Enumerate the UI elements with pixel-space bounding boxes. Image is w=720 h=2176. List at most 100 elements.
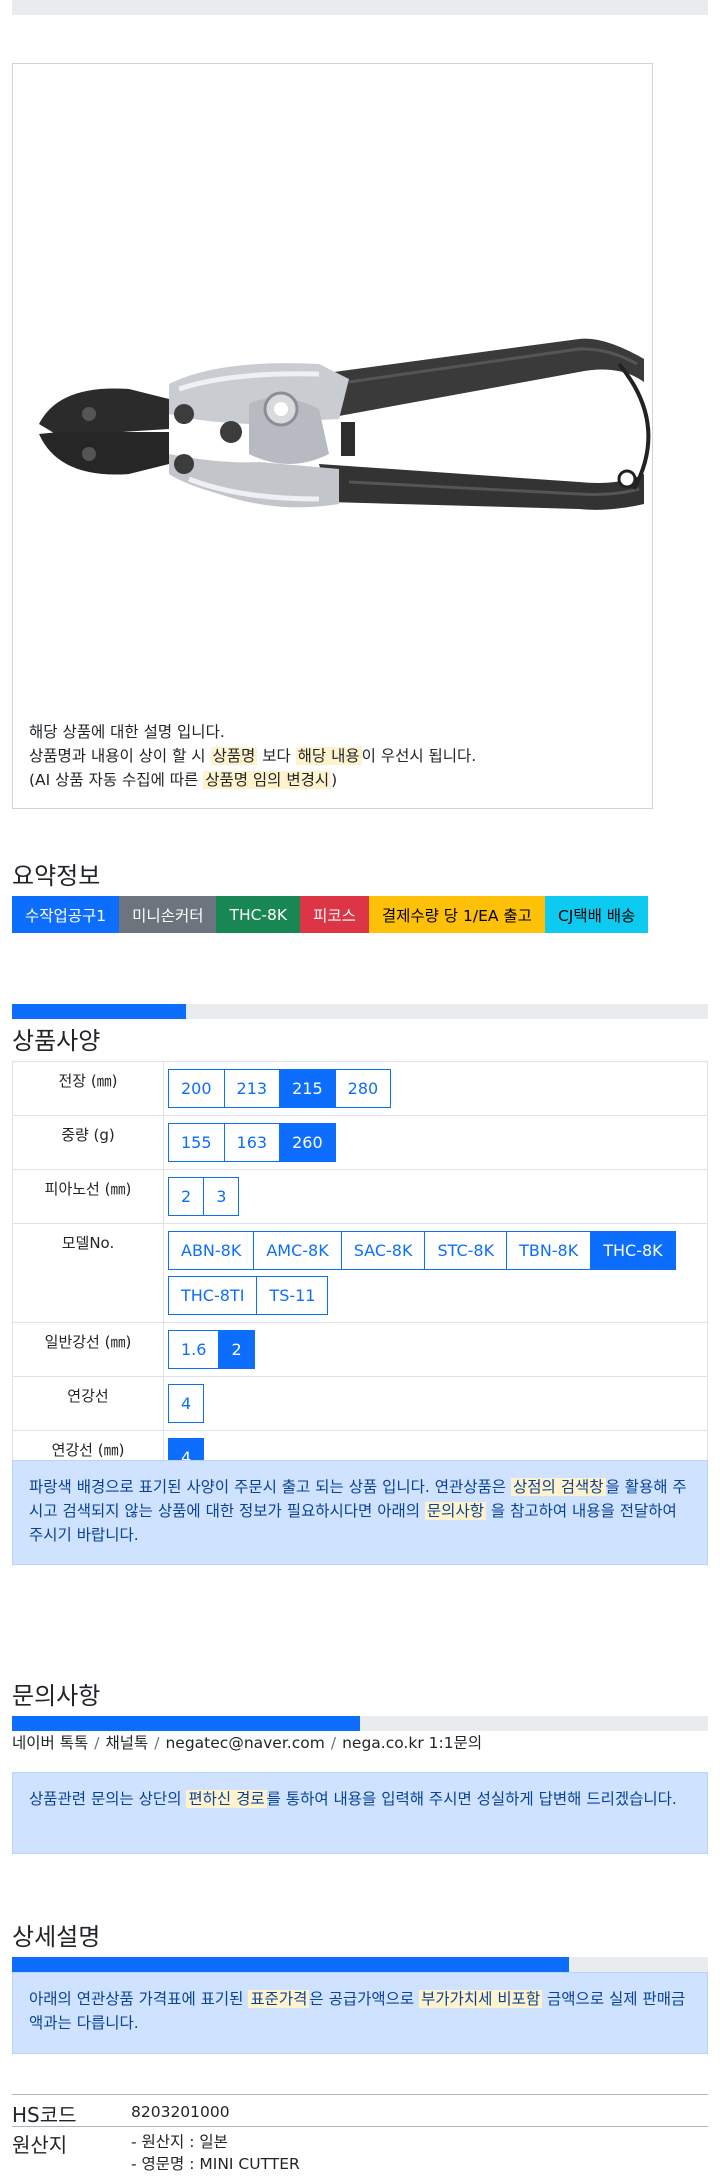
spec-option-button[interactable]: SAC-8K (340, 1231, 426, 1270)
highlight-standard-price: 표준가격 (248, 1990, 310, 2008)
option-group: 155 163 260 (168, 1120, 707, 1165)
separator: / (94, 1734, 100, 1752)
text-segment: 상품관련 문의는 상단의 (29, 1790, 187, 1808)
text-segment: 파랑색 배경으로 표기된 사양이 주문시 출고 되는 상품 입니다. 연관상품은 (29, 1478, 511, 1496)
inquiry-title: 문의사항 (12, 1682, 101, 1710)
option-group: 200 213 215 280 (168, 1066, 707, 1111)
inquiry-notice: 상품관련 문의는 상단의 편하신 경로 를 통하여 내용을 입력해 주시면 성실하… (12, 1772, 708, 1854)
product-desc-line-1: 해당 상품에 대한 설명 입니다. (29, 723, 225, 741)
spec-option-button[interactable]: THC-8K (590, 1231, 676, 1270)
hs-code-row: HS코드 8203201000 (12, 2094, 708, 2127)
option-group: 4 (168, 1381, 707, 1426)
spec-options: 4 (163, 1376, 708, 1431)
spec-label: 일반강선 (㎜) (12, 1322, 164, 1377)
spec-options: 23 (163, 1169, 708, 1224)
spec-option-button[interactable]: 200 (168, 1069, 225, 1108)
spec-label: 중량 (g) (12, 1115, 164, 1170)
spec-option-button[interactable]: 3 (203, 1177, 240, 1216)
highlight-inquiry: 문의사항 (424, 1502, 486, 1520)
contact-channels: 네이버 톡톡 / 채널톡 / negatec@naver.com / nega.co.kr … (12, 1731, 482, 1753)
summary-badge: 결제수량 당 1/EA 출고 (368, 896, 545, 933)
spec-option-button[interactable]: TS-11 (256, 1276, 329, 1315)
text-segment: 상품명과 내용이 상이 할 시 (29, 747, 211, 765)
detail-progress-fill (12, 1957, 569, 1972)
spec-notice: 파랑색 배경으로 표기된 사양이 주문시 출고 되는 상품 입니다. 연관상품은… (12, 1460, 708, 1565)
spec-option-button[interactable]: STC-8K (424, 1231, 508, 1270)
product-card: 해당 상품에 대한 설명 입니다. 상품명과 내용이 상이 할 시 상품명 보다… (12, 63, 653, 809)
option-group: 1.6 2 (168, 1327, 707, 1372)
highlight-search-box: 상점의 검색창 (511, 1478, 606, 1496)
text-segment: 은 공급가액으로 (309, 1990, 420, 2008)
spec-title: 상품사양 (12, 1027, 101, 1055)
spec-label: 모델No. (12, 1223, 164, 1323)
option-group: 23 (168, 1174, 707, 1219)
spec-option-button[interactable]: 163 (223, 1123, 281, 1162)
summary-title: 요약정보 (12, 862, 101, 890)
spec-progress-bar (12, 1004, 708, 1019)
spec-row: 전장 (㎜) 200 213 215 280 (12, 1061, 708, 1116)
spec-option-button[interactable]: 260 (279, 1123, 336, 1162)
product-desc-line-2: 상품명과 내용이 상이 할 시 상품명 보다 해당 내용 이 우선시 됩니다. (29, 744, 476, 768)
spec-row: 일반강선 (㎜) 1.6 2 (12, 1322, 708, 1377)
spec-option-button[interactable]: 2 (218, 1330, 255, 1369)
separator: / (154, 1734, 160, 1752)
highlight-vat-excluded: 부가가치세 비포함 (419, 1990, 543, 2008)
spec-option-button[interactable]: TBN-8K (506, 1231, 592, 1270)
detail-notice: 아래의 연관상품 가격표에 표기된 표준가격 은 공급가액으로 부가가치세 비포함… (12, 1972, 708, 2054)
contact-channel-link[interactable]: 채널톡 (105, 1734, 148, 1752)
spec-option-button[interactable]: 213 (223, 1069, 281, 1108)
spec-options: 1.6 2 (163, 1322, 708, 1377)
origin-label: 원산지 (12, 2133, 68, 2157)
product-description: 해당 상품에 대한 설명 입니다. 상품명과 내용이 상이 할 시 상품명 보다… (29, 720, 476, 792)
spec-progress-fill (12, 1004, 186, 1019)
spec-row: 연강선 4 (12, 1376, 708, 1431)
spec-option-button[interactable]: 155 (168, 1123, 225, 1162)
hs-code-label: HS코드 (12, 2103, 77, 2127)
spec-row: 중량 (g) 155 163 260 (12, 1115, 708, 1170)
spec-option-button[interactable]: 4 (168, 1384, 205, 1423)
spec-options: ABN-8K AMC-8K SAC-8K STC-8K TBN-8K THC-8K THC-… (163, 1223, 708, 1323)
spec-option-button[interactable]: 280 (334, 1069, 392, 1108)
spec-label: 전장 (㎜) (12, 1061, 164, 1116)
text-segment: 이 우선시 됩니다. (361, 747, 477, 765)
detail-title: 상세설명 (12, 1923, 101, 1951)
spec-row: 모델No. ABN-8K AMC-8K SAC-8K STC-8K TBN-8K THC-8… (12, 1223, 708, 1323)
contact-channel-link[interactable]: nega.co.kr 1:1문의 (342, 1734, 482, 1752)
spec-options: 200 213 215 280 (163, 1061, 708, 1116)
spec-option-button[interactable]: THC-8TI (168, 1276, 258, 1315)
spec-label: 피아노선 (㎜) (12, 1169, 164, 1224)
summary-badge: THC-8K (216, 896, 301, 933)
hs-code-value: 8203201000 (131, 2103, 230, 2121)
spec-label: 연강선 (12, 1376, 164, 1431)
highlight-content: 해당 내용 (295, 747, 362, 765)
product-image-bolt-cutter (39, 338, 651, 510)
text-segment: ) (331, 771, 338, 789)
summary-badge: CJ택배 배송 (544, 896, 649, 933)
text-segment: 보다 (257, 747, 296, 765)
spec-option-button[interactable]: ABN-8K (168, 1231, 255, 1270)
summary-badge: 피코스 (300, 896, 369, 933)
origin-value: - 원산지 : 일본 - 영문명 : MINI CUTTER (131, 2131, 300, 2175)
text-segment: (AI 상품 자동 수집에 따른 (29, 771, 204, 789)
highlight-route: 편하신 경로 (186, 1790, 267, 1808)
contact-channel-link[interactable]: negatec@naver.com (165, 1734, 324, 1752)
spec-option-button[interactable]: 1.6 (168, 1330, 220, 1369)
spec-options: 155 163 260 (163, 1115, 708, 1170)
contact-channel-link[interactable]: 네이버 톡톡 (12, 1734, 88, 1752)
detail-progress-bar (12, 1957, 708, 1972)
highlight-product-name: 상품명 (210, 747, 258, 765)
highlight-name-change: 상품명 임의 변경시 (203, 771, 332, 789)
top-progress-bar (12, 0, 708, 15)
text-segment: 아래의 연관상품 가격표에 표기된 (29, 1990, 249, 2008)
spec-option-button[interactable]: 2 (168, 1177, 205, 1216)
origin-row: 원산지 - 원산지 : 일본 - 영문명 : MINI CUTTER (12, 2126, 708, 2176)
spec-table: 전장 (㎜) 200 213 215 280 중량 (g) 155 163 260 피아노선 (㎜… (12, 1061, 708, 1485)
summary-badge: 미니손커터 (119, 896, 217, 933)
spec-row: 피아노선 (㎜) 2 3 (12, 1169, 708, 1224)
inquiry-progress-bar (12, 1716, 708, 1731)
spec-option-button[interactable]: AMC-8K (253, 1231, 342, 1270)
separator: / (330, 1734, 337, 1752)
summary-badge: 수작업공구1 (12, 896, 120, 933)
spec-option-button[interactable]: 215 (279, 1069, 336, 1108)
option-group: ABN-8K AMC-8K SAC-8K STC-8K TBN-8K THC-8K THC-… (168, 1228, 707, 1318)
